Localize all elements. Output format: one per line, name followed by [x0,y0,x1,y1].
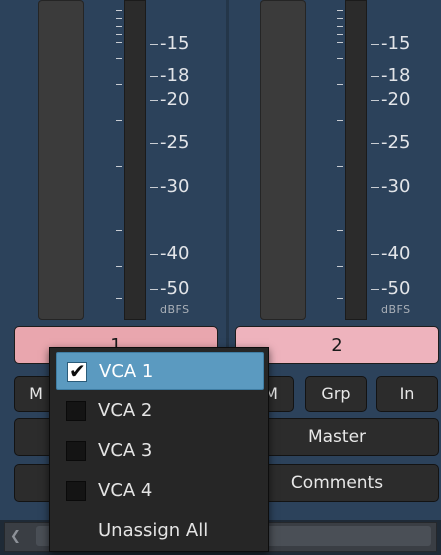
meter-unit-label: dBFS [381,303,411,316]
meter-scale-label: -30 [160,176,190,197]
checkbox-unchecked-icon [66,481,86,501]
meter-tick [337,10,343,11]
meter-tick [116,298,122,299]
meter-scale-label: -15 [381,33,411,54]
meter-tick [116,58,122,59]
meter-tick [337,18,343,19]
meter-tick [116,34,122,35]
level-meter-1 [124,0,146,320]
meter-scale-label: -50 [381,278,411,299]
vca-assign-menu: ✔ VCA 1 VCA 2 VCA 3 VCA 4 Unassign All [49,347,269,552]
meter-tick [116,266,122,267]
vca-menu-item-label: VCA 4 [98,480,153,501]
check-mark-icon: ✔ [69,359,86,383]
meter-tick [371,44,379,45]
checkbox-checked-icon: ✔ [67,359,87,383]
meter-scale-label: -15 [160,33,190,54]
vca-menu-item-4[interactable]: VCA 4 [56,472,264,510]
vca-menu-item-1[interactable]: ✔ VCA 1 [56,352,264,390]
meter-tick [371,76,379,77]
meter-tick [116,84,122,85]
meter-tick [371,187,379,188]
meter-tick [150,100,158,101]
vca-menu-item-3[interactable]: VCA 3 [56,432,264,470]
meter-scale-label: -50 [160,278,190,299]
meter-tick [337,298,343,299]
meter-tick [337,120,343,121]
meter-tick [337,84,343,85]
meter-tick [150,254,158,255]
meter-tick [150,187,158,188]
meter-tick [371,100,379,101]
meter-tick [337,42,343,43]
checkbox-unchecked-icon [66,401,86,421]
meter-tick [337,34,343,35]
meter-tick [337,26,343,27]
meter-unit-label: dBFS [160,303,190,316]
meter-tick [371,254,379,255]
meter-tick [116,26,122,27]
gain-fader-2[interactable] [260,0,306,320]
vca-menu-item-label: VCA 3 [98,440,153,461]
level-meter-2 [345,0,367,320]
meter-scale-label: -25 [381,132,411,153]
meter-tick [150,44,158,45]
checkbox-unchecked-icon [66,441,86,461]
meter-tick [337,266,343,267]
vca-menu-item-2[interactable]: VCA 2 [56,392,264,430]
meter-scale-label: -40 [381,243,411,264]
meter-tick [337,166,343,167]
meter-scale-label: -20 [160,89,190,110]
meter-scale-label: -30 [381,176,411,197]
vca-menu-item-label: VCA 2 [98,400,153,421]
group-button-2[interactable]: Grp [305,376,367,412]
meter-scale-label: -18 [160,65,190,86]
scroll-left-icon[interactable]: ❮ [10,529,21,544]
meter-tick [337,230,343,231]
meter-tick [116,10,122,11]
meter-tick [150,76,158,77]
meter-scale-label: -25 [160,132,190,153]
unassign-all-menu-item[interactable]: Unassign All [56,512,264,550]
meter-scale-label: -40 [160,243,190,264]
meter-tick [150,289,158,290]
input-button-2[interactable]: In [376,376,438,412]
meter-tick [116,230,122,231]
meter-tick [371,143,379,144]
unassign-all-label: Unassign All [98,520,209,541]
meter-tick [337,58,343,59]
meter-scale-label: -18 [381,65,411,86]
meter-tick [116,18,122,19]
vca-menu-item-label: VCA 1 [99,361,154,382]
meter-scale-label: -20 [381,89,411,110]
meter-tick [116,42,122,43]
meter-tick [150,143,158,144]
gain-fader-1[interactable] [38,0,84,320]
meter-tick [116,120,122,121]
meter-tick [371,289,379,290]
meter-tick [116,166,122,167]
